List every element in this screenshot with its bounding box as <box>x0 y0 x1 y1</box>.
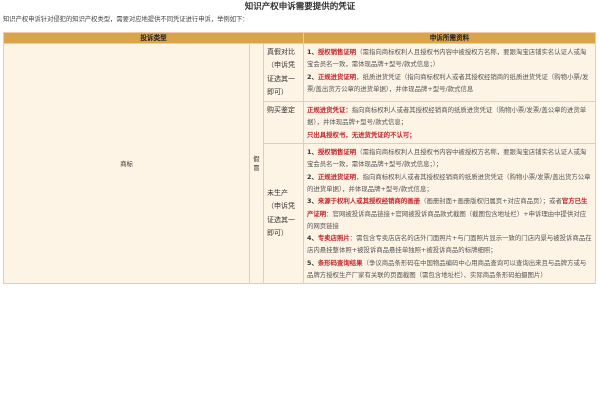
subtype-not-produced: 未生产（申诉凭证选其一即可） <box>263 143 304 285</box>
requirements-not-produced: 1、授权销售证明（需指向商标权利人且授权书内容中被授权方名称，要跟淘宝店铺实名认… <box>303 143 596 285</box>
list-item: 正规进货凭证：指向商标权利人或者其授权经销商的纸质进货凭证（购物小票/发票/盖公… <box>307 106 587 127</box>
category-cell: 商标 <box>3 42 250 285</box>
header-type: 投诉类型 <box>3 32 304 44</box>
list-item: 4、专卖店照片：需包含专卖店店名的店外门面照片+与门面照片显示一致的门店内景与被… <box>307 234 592 255</box>
page-title: 知识产权申诉需要提供的凭证 <box>244 2 356 12</box>
table-header-row: 投诉类型 申诉所需资料 <box>3 32 596 44</box>
subtype-authenticity: 真假对比（申诉凭证选其一即可） <box>263 42 304 103</box>
list-item: 2、正规进货证明，纸质进货凭证（指向商标权利人或者其授权经销商的纸质进货凭证（购… <box>307 72 589 93</box>
requirements-purchase: 正规进货凭证：指向商标权利人或者其授权经销商的纸质进货凭证（购物小票/发票/盖公… <box>303 101 596 145</box>
list-item: 3、来源于权利人或其授权经销商的画册（画册封面+画册版权归属页+对应商品页）；或… <box>307 197 588 230</box>
header-materials: 申诉所需资料 <box>303 32 596 44</box>
subtype-purchase: 购买鉴定 <box>263 101 304 145</box>
fake-label: 假冒 <box>253 154 260 172</box>
table-row: 商标 假冒 真假对比（申诉凭证选其一即可） 1、授权销售证明（需指向商标权利人且… <box>3 42 596 285</box>
fake-label-cell: 假冒 <box>249 42 264 285</box>
list-item: 5、条形码查询结果（争议商品条形码在中国物品编码中心用商品查询可以查询出来且与品… <box>307 258 587 280</box>
requirements-authenticity: 1、授权销售证明（需指向商标权利人且授权书内容中被授权方名称，要跟淘宝店铺实名认… <box>303 42 596 103</box>
list-item: 只出具授权书，无进货凭证的不认可； <box>307 130 416 139</box>
appeal-table: 投诉类型 申诉所需资料 商标 假冒 真假对比（申诉凭证选其一即可） 1、授权销售… <box>3 32 596 285</box>
intro-text: 知识产权申诉针对侵犯的知识产权类型，需要对应地提供不同凭证进行申诉，举例如下： <box>3 16 249 23</box>
list-item: 2、正规进货证明，指向商标权利人或者其授权经销商的纸质进货凭证（购物小票/发票/… <box>307 172 591 193</box>
list-item: 1、授权销售证明（需指向商标权利人且授权书内容中被授权方名称，要跟淘宝店铺实名认… <box>307 48 587 69</box>
list-item: 1、授权销售证明（需指向商标权利人且授权书内容中被授权方名称，要跟淘宝店铺实名认… <box>307 148 587 169</box>
